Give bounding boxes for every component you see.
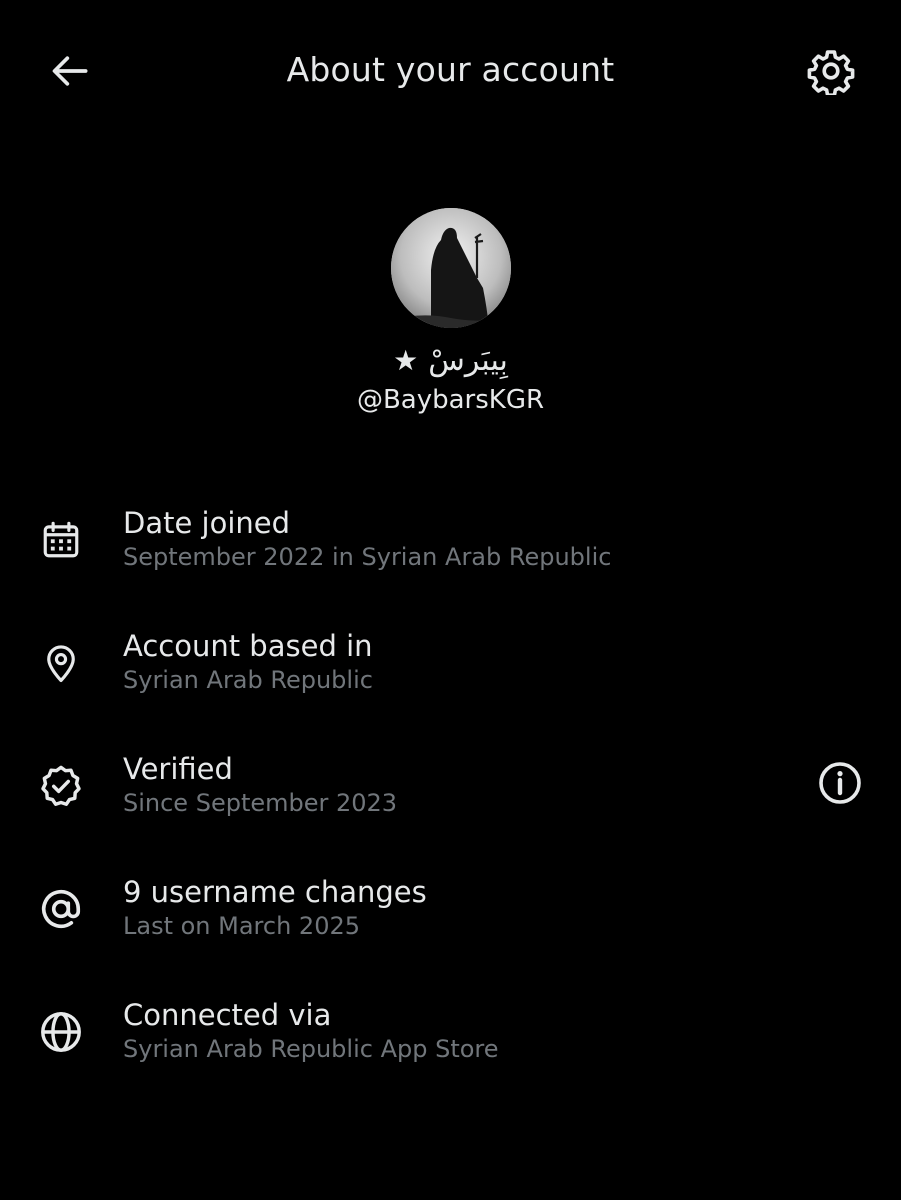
avatar-image	[390, 208, 511, 328]
username-changes-value: Last on March 2025	[123, 912, 361, 940]
date-joined-value: September 2022 in Syrian Arab Republic	[123, 543, 612, 571]
connected-via-value: Syrian Arab Republic App Store	[123, 1035, 499, 1063]
list-item-account-based-in: Account based in Syrian Arab Republic	[0, 623, 901, 746]
globe-icon	[36, 1007, 86, 1057]
username-changes-title: 9 username changes	[123, 875, 427, 909]
verified-title: Verified	[123, 752, 233, 786]
account-info-list: Date joined September 2022 in Syrian Ara…	[0, 500, 901, 1115]
verified-info-button[interactable]	[813, 756, 867, 810]
location-pin-icon	[36, 638, 86, 688]
list-item-connected-via: Connected via Syrian Arab Republic App S…	[0, 992, 901, 1115]
list-item-username-changes: 9 username changes Last on March 2025	[0, 869, 901, 992]
settings-button[interactable]	[804, 44, 858, 98]
connected-via-title: Connected via	[123, 998, 332, 1032]
verified-badge-icon	[36, 761, 86, 811]
username-handle: @BaybarsKGR	[356, 385, 545, 415]
star-glyph: ★	[393, 344, 419, 377]
display-name: ★ بِيبَرسْ	[0, 342, 901, 380]
account-based-in-title: Account based in	[123, 629, 373, 663]
verified-value: Since September 2023	[123, 789, 398, 817]
header-bar: About your account	[0, 0, 901, 140]
calendar-icon	[36, 515, 86, 565]
at-sign-icon	[36, 884, 86, 934]
display-name-text: بِيبَرسْ	[428, 343, 508, 378]
list-item-date-joined: Date joined September 2022 in Syrian Ara…	[0, 500, 901, 623]
profile-summary: ★ بِيبَرسْ @BaybarsKGR	[0, 208, 901, 416]
page-title: About your account	[286, 50, 615, 89]
gear-icon	[807, 50, 855, 95]
info-icon	[819, 762, 861, 804]
list-item-verified: Verified Since September 2023	[0, 746, 901, 869]
date-joined-title: Date joined	[123, 506, 291, 540]
avatar[interactable]	[390, 208, 511, 328]
account-based-in-value: Syrian Arab Republic	[123, 666, 373, 694]
